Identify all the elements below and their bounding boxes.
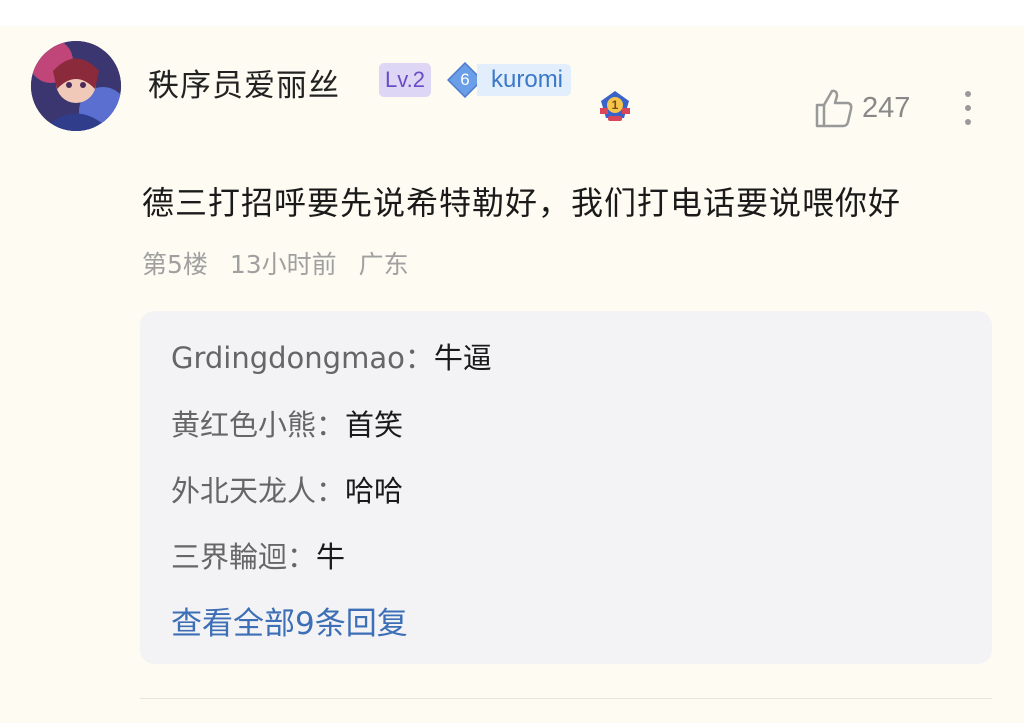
more-options-icon[interactable] xyxy=(956,88,980,130)
avatar[interactable] xyxy=(31,41,121,131)
username[interactable]: 秩序员爱丽丝 xyxy=(148,60,340,105)
reply-text: 首笑 xyxy=(345,408,404,442)
comment-meta: 第5楼 13小时前 广东 xyxy=(142,245,423,281)
reply-text: 牛 xyxy=(316,540,346,574)
rank-1-medal-icon: 1 xyxy=(600,91,630,121)
view-all-replies-link[interactable]: 查看全部9条回复 xyxy=(171,598,408,643)
reply-text: 牛逼 xyxy=(433,341,492,375)
svg-text:1: 1 xyxy=(612,98,619,112)
reply-list: Grdingdongmao：牛逼 黄红色小熊：首笑 外北天龙人：哈哈 三界輪迴：… xyxy=(140,311,992,664)
reply-author[interactable]: Grdingdongmao： xyxy=(171,341,434,375)
floor-number: 第5楼 xyxy=(142,250,208,279)
reply-item[interactable]: 三界輪迴：牛 xyxy=(171,534,345,576)
reply-author[interactable]: 外北天龙人： xyxy=(171,474,345,508)
top-bar xyxy=(0,0,1024,26)
location: 广东 xyxy=(358,250,409,279)
reply-item[interactable]: 黄红色小熊：首笑 xyxy=(171,402,403,444)
reply-author[interactable]: 黄红色小熊： xyxy=(171,408,345,442)
like-count: 247 xyxy=(862,92,911,124)
reply-author[interactable]: 三界輪迴： xyxy=(171,540,316,574)
level-badge: Lv.2 xyxy=(379,63,431,97)
thumbs-up-icon[interactable] xyxy=(812,86,856,130)
divider xyxy=(140,698,992,699)
reply-text: 哈哈 xyxy=(345,474,404,508)
comment-text: 德三打招呼要先说希特勒好，我们打电话要说喂你好 xyxy=(142,184,902,222)
post-time: 13小时前 xyxy=(229,250,337,279)
fan-badge-name: kuromi xyxy=(477,64,572,96)
reply-item[interactable]: 外北天龙人：哈哈 xyxy=(171,468,403,510)
fan-badge[interactable]: 6 kuromi xyxy=(447,60,587,100)
reply-item[interactable]: Grdingdongmao：牛逼 xyxy=(171,335,492,377)
